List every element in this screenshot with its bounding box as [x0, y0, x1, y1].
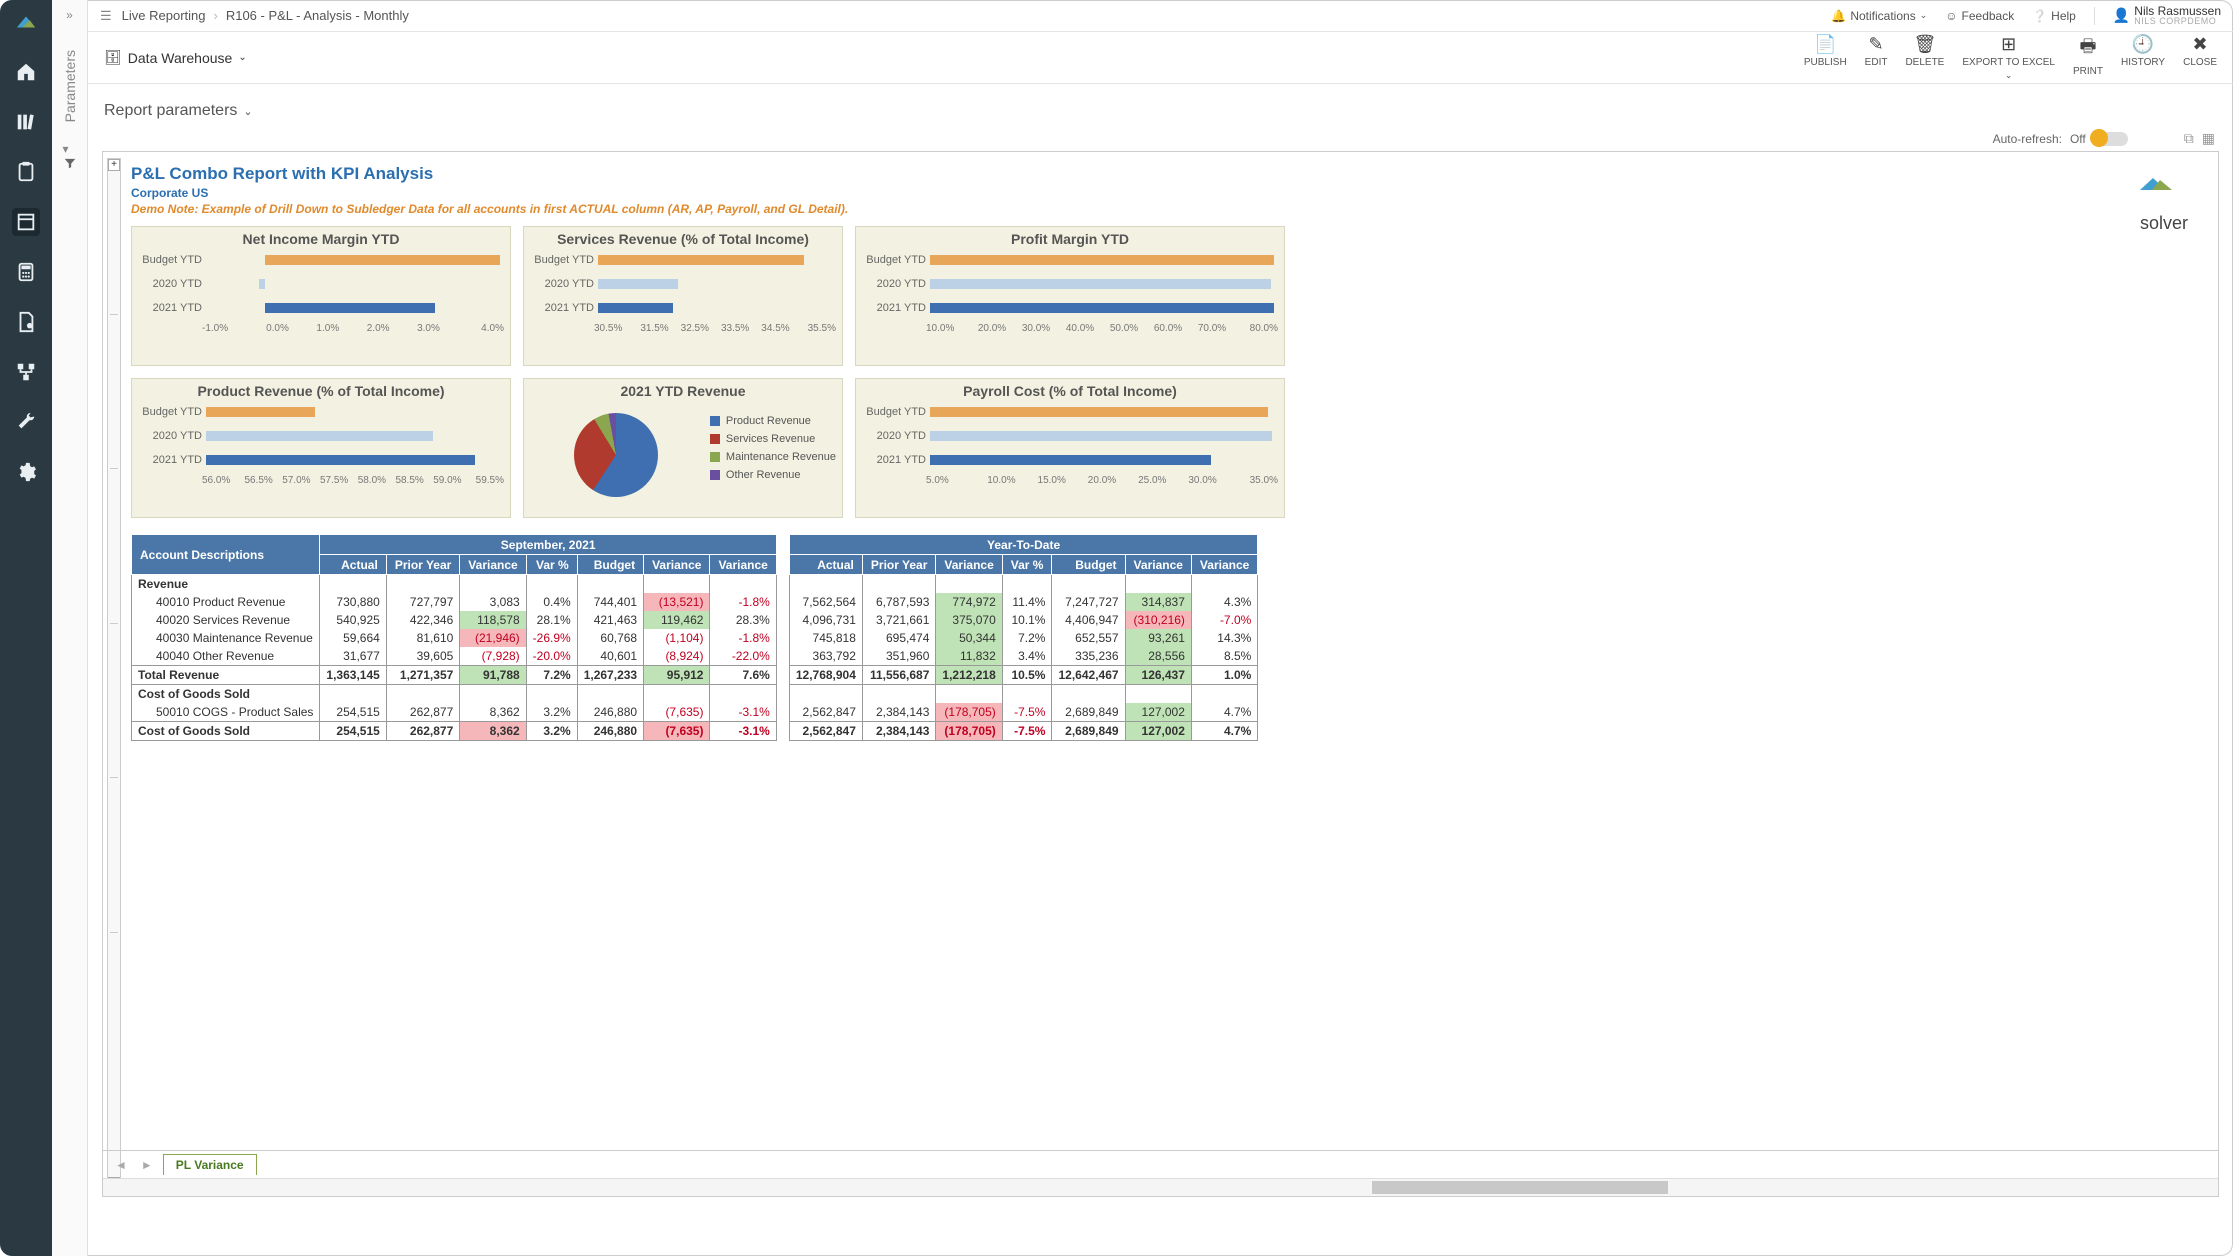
- datasource-selector[interactable]: 🗄 Data Warehouse ⌄: [104, 49, 247, 66]
- close-icon: ✖: [2193, 34, 2208, 55]
- tab-pl-variance[interactable]: PL Variance: [163, 1154, 257, 1175]
- notifications-button[interactable]: 🔔 Notifications ⌄: [1831, 9, 1927, 23]
- delete-icon: 🗑: [1913, 34, 1936, 55]
- nav-report-icon[interactable]: [12, 208, 40, 236]
- breadcrumb-root[interactable]: Live Reporting: [122, 8, 206, 23]
- kpi-title: Profit Margin YTD: [862, 231, 1278, 247]
- feedback-button[interactable]: ☺ Feedback: [1945, 9, 2014, 23]
- edit-icon: ✎: [1869, 34, 1884, 55]
- filter-icon[interactable]: ▾: [63, 142, 77, 170]
- user-menu[interactable]: 👤 Nils Rasmussen NILS CORPDEMO: [2113, 5, 2221, 26]
- nav-calculator-icon[interactable]: [12, 258, 40, 286]
- autorefresh-bar: Auto-refresh: Off ⧉ ▦: [88, 130, 2233, 151]
- export-icon: ⊞: [2001, 34, 2016, 55]
- report-note: Demo Note: Example of Drill Down to Subl…: [131, 202, 2198, 216]
- nav-home-icon[interactable]: [12, 58, 40, 86]
- kpi-title: Product Revenue (% of Total Income): [138, 383, 504, 399]
- kpi-payroll_cost: Payroll Cost (% of Total Income)Budget Y…: [855, 378, 1285, 518]
- report-viewer: + − solver P&L Combo Report with KPI Ana…: [102, 151, 2219, 1197]
- pl-table: Account DescriptionsSeptember, 2021Year-…: [131, 534, 2198, 741]
- history-icon: 🕘: [2132, 34, 2154, 55]
- report-parameters-toggle[interactable]: Report parameters ⌄: [88, 84, 2233, 130]
- print-button[interactable]: 🖶PRINT: [2073, 34, 2103, 81]
- nav-workflow-icon[interactable]: [12, 358, 40, 386]
- kpi-title: Services Revenue (% of Total Income): [530, 231, 836, 247]
- pie-chart: [574, 413, 658, 497]
- database-icon: 🗄: [104, 49, 122, 66]
- nav-settings-icon[interactable]: [12, 458, 40, 486]
- delete-button[interactable]: 🗑DELETE: [1905, 34, 1944, 81]
- left-nav: [0, 0, 52, 1256]
- report-subtitle: Corporate US: [131, 186, 2198, 200]
- toolbar: 🗄 Data Warehouse ⌄ 📄PUBLISH ✎EDIT 🗑DELET…: [88, 32, 2233, 84]
- parameters-panel-collapsed: » Parameters ▾: [52, 0, 88, 1256]
- solver-logo: solver: [2118, 176, 2188, 234]
- autorefresh-toggle[interactable]: [2094, 132, 2128, 146]
- kpi-product_revenue: Product Revenue (% of Total Income)Budge…: [131, 378, 511, 518]
- kpi-services_revenue: Services Revenue (% of Total Income)Budg…: [523, 226, 843, 366]
- kpi-title: 2021 YTD Revenue: [530, 383, 836, 399]
- report-title: P&L Combo Report with KPI Analysis: [131, 164, 2198, 184]
- history-button[interactable]: 🕘HISTORY: [2121, 34, 2165, 81]
- help-button[interactable]: ❔ Help: [2032, 9, 2076, 23]
- nav-tools-icon[interactable]: [12, 408, 40, 436]
- kpi-charts-grid: Net Income Margin YTDBudget YTD2020 YTD2…: [131, 226, 2198, 518]
- kpi-net_income_margin: Net Income Margin YTDBudget YTD2020 YTD2…: [131, 226, 511, 366]
- kpi-ytd_revenue: 2021 YTD Revenue Product RevenueServices …: [523, 378, 843, 518]
- expand-panel-icon[interactable]: »: [66, 8, 73, 22]
- breadcrumb-page[interactable]: R106 - P&L - Analysis - Monthly: [226, 8, 409, 23]
- nav-clipboard-icon[interactable]: [12, 158, 40, 186]
- print-icon: 🖶: [2080, 34, 2097, 64]
- nav-logo-icon[interactable]: [12, 8, 40, 36]
- edit-button[interactable]: ✎EDIT: [1865, 34, 1888, 81]
- breadcrumb: Live Reporting › R106 - P&L - Analysis -…: [122, 8, 409, 23]
- publish-icon: 📄: [1814, 34, 1836, 55]
- menu-icon[interactable]: ☰: [100, 8, 112, 24]
- kpi-profit_margin: Profit Margin YTDBudget YTD2020 YTD2021 …: [855, 226, 1285, 366]
- tab-prev-icon[interactable]: ◄: [111, 1158, 131, 1172]
- pie-legend: Product RevenueServices RevenueMaintenan…: [710, 415, 836, 487]
- close-button[interactable]: ✖CLOSE: [2183, 34, 2217, 81]
- tab-next-icon[interactable]: ►: [137, 1158, 157, 1172]
- popout-icon[interactable]: ⧉: [2184, 130, 2194, 147]
- topbar: ☰ Live Reporting › R106 - P&L - Analysis…: [88, 0, 2233, 32]
- kpi-title: Net Income Margin YTD: [138, 231, 504, 247]
- nav-user-doc-icon[interactable]: [12, 308, 40, 336]
- horizontal-scrollbar[interactable]: [103, 1178, 2218, 1196]
- sheet-tabstrip: ◄ ► PL Variance: [103, 1150, 2218, 1178]
- publish-button[interactable]: 📄PUBLISH: [1804, 34, 1847, 81]
- parameters-label: Parameters: [62, 50, 78, 122]
- export-button[interactable]: ⊞EXPORT TO EXCEL⌄: [1962, 34, 2055, 81]
- grid-view-icon[interactable]: ▦: [2202, 130, 2215, 147]
- kpi-title: Payroll Cost (% of Total Income): [862, 383, 1278, 399]
- nav-library-icon[interactable]: [12, 108, 40, 136]
